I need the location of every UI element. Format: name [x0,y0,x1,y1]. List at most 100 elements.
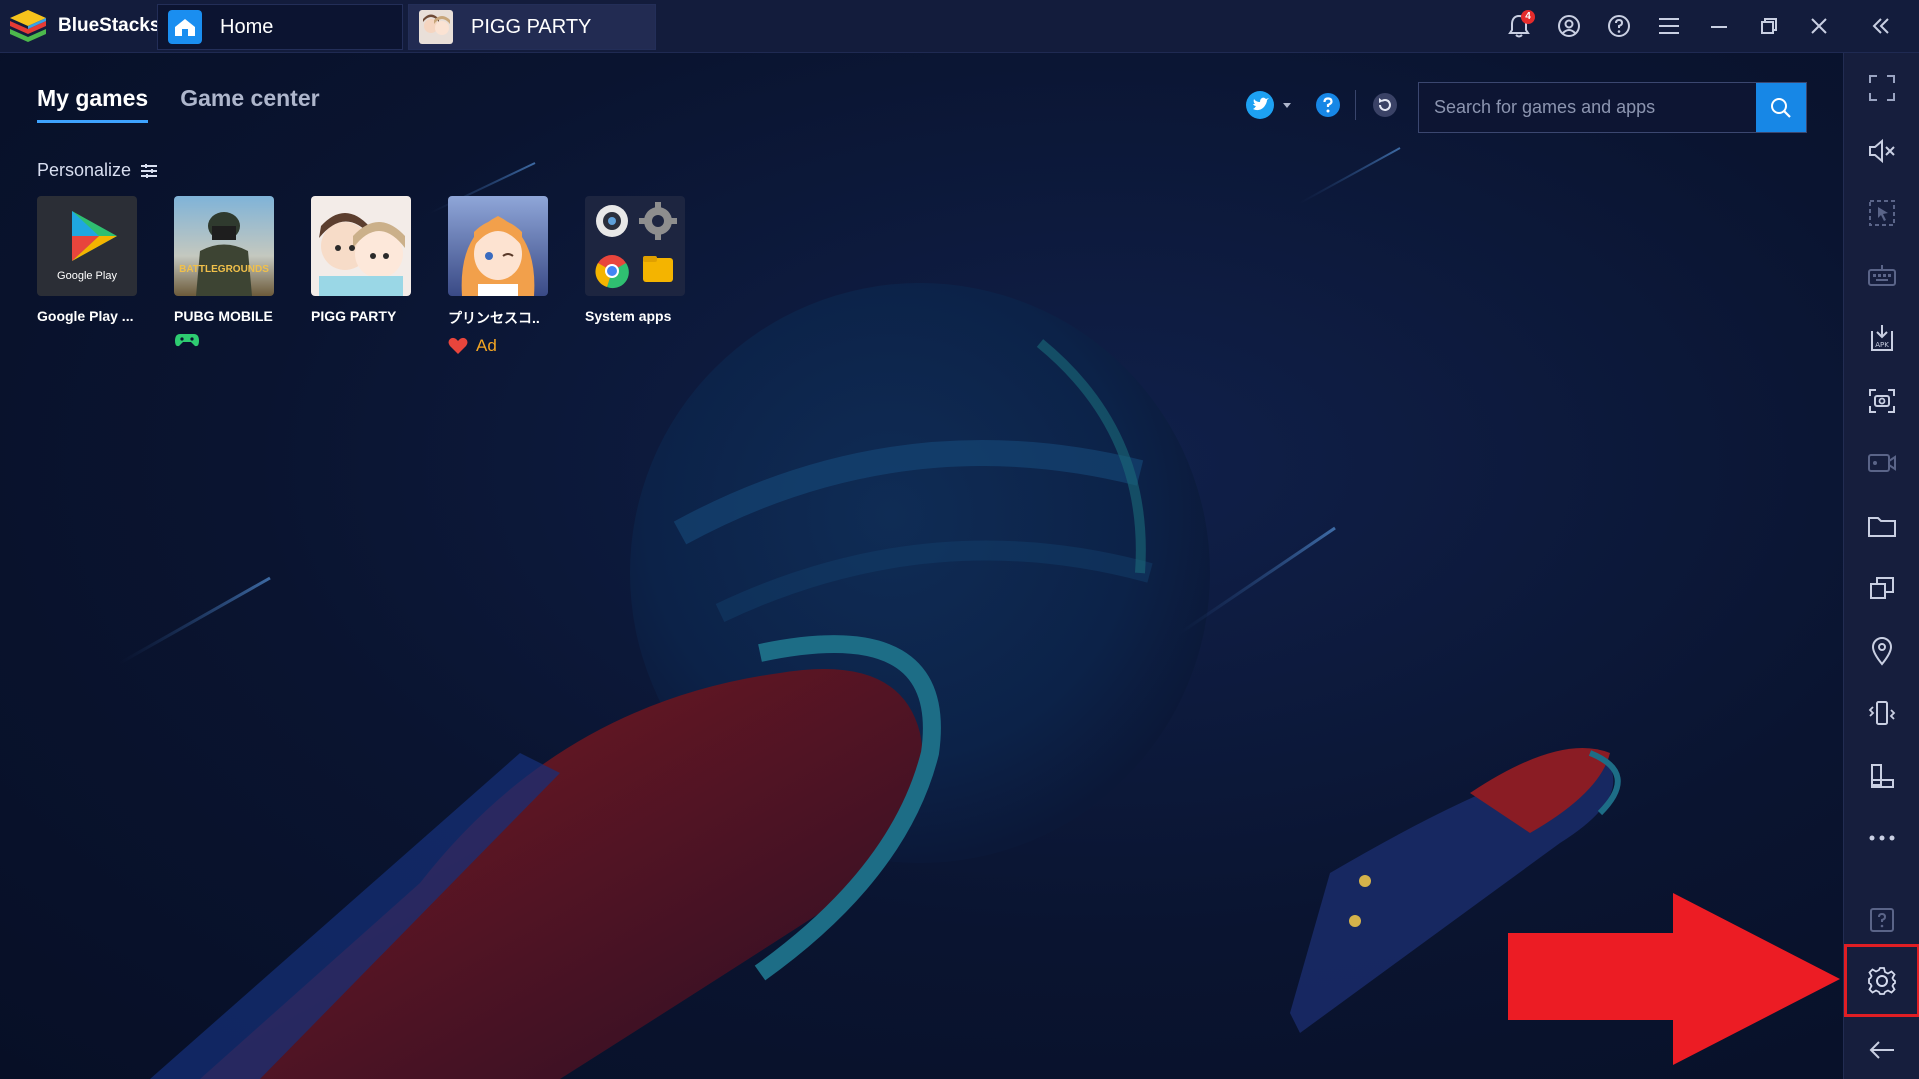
settings-icon [1868,966,1896,995]
bluestacks-logo-icon [10,10,46,42]
game-tile-system-apps[interactable]: System apps [585,196,685,356]
pointer-icon [1869,200,1895,226]
back-button[interactable] [1844,1024,1919,1076]
more-button[interactable] [1844,812,1919,864]
game-name: System apps [585,308,672,324]
app-name: BlueStacks [58,15,161,36]
fullscreen-icon [1869,75,1895,101]
anime-character-icon [461,216,535,296]
close-button[interactable] [1794,0,1844,52]
ad-badge: Ad [448,336,548,356]
location-button[interactable] [1844,625,1919,677]
pigg-party-app-icon [311,196,411,296]
google-play-app-icon: Google Play [37,196,137,296]
pigg-party-tab-icon [419,10,453,44]
screenshot-button[interactable] [1844,375,1919,427]
twitter-icon [1246,91,1274,119]
tab-home-label: Home [220,15,274,38]
caret-down-icon [1283,103,1291,108]
game-tile-pigg-party[interactable]: PIGG PARTY [311,196,411,356]
personalize-button[interactable]: Personalize [37,160,158,181]
settings-button[interactable] [1844,944,1919,1017]
keyboard-controls-button[interactable] [1844,250,1919,302]
back-arrow-icon [1869,1041,1894,1059]
more-icon [1869,835,1895,841]
minimize-icon [1711,26,1727,28]
game-tile-pubg-mobile[interactable]: BATTLEGROUNDS PUBG MOBILE [174,196,274,356]
tab-pigg-party[interactable]: PIGG PARTY [408,4,656,50]
games-grid: Google Play Google Play ... BATTLEGROUND… [37,196,722,356]
shake-button[interactable] [1844,687,1919,739]
game-name: PUBG MOBILE [174,308,273,324]
record-icon [1868,454,1896,472]
right-sidebar: APK [1843,53,1919,1079]
search-input[interactable] [1419,83,1756,132]
twitter-button[interactable] [1245,90,1293,120]
help-question-icon[interactable] [1315,92,1341,118]
game-name: PIGG PARTY [311,308,397,324]
apk-install-icon: APK [1871,325,1893,351]
restore-window-icon [1761,18,1777,34]
pubg-icon-caption: BATTLEGROUNDS [179,264,269,275]
section-tabs: My games Game center [37,85,352,123]
record-button[interactable] [1844,437,1919,489]
restore-button[interactable] [1744,0,1794,52]
tab-game-center[interactable]: Game center [180,85,319,123]
double-chevron-left-icon [1872,18,1889,34]
title-bar: BlueStacks Home PIGG PARTY 4 [0,0,1919,53]
location-icon [1871,637,1893,666]
brand: BlueStacks [8,6,160,46]
notification-badge: 4 [1521,10,1535,24]
princess-connect-app-icon [448,196,548,296]
account-icon [1558,15,1580,37]
sliders-icon [141,163,158,178]
volume-button[interactable] [1844,125,1919,177]
multi-instance-button[interactable] [1844,562,1919,614]
notifications-button[interactable]: 4 [1494,0,1544,52]
multi-instance-icon [1870,577,1894,599]
gamepad-badge [174,332,274,348]
game-name: プリンセスコ.. [448,310,540,326]
hamburger-menu-icon [1659,18,1679,34]
rotate-button[interactable] [1844,750,1919,802]
personalize-label: Personalize [37,160,132,180]
menu-button[interactable] [1644,0,1694,52]
keyboard-icon [1868,265,1896,286]
annotation-arrow-icon [1508,893,1840,1065]
help-button[interactable] [1594,0,1644,52]
ad-label: Ad [476,336,497,355]
pointer-mode-button[interactable] [1844,187,1919,239]
fullscreen-button[interactable] [1844,62,1919,114]
tab-pigg-party-label: PIGG PARTY [471,15,592,38]
pubg-app-icon: BATTLEGROUNDS [174,196,274,296]
pigg-characters-icon [319,213,405,296]
media-folder-button[interactable] [1844,500,1919,552]
gamepad-icon [175,334,199,347]
account-button[interactable] [1544,0,1594,52]
home-icon [168,10,202,44]
shake-icon [1868,701,1896,725]
heart-icon [448,337,468,354]
system-apps-grid-icon [595,202,677,289]
header-tools [1245,90,1398,120]
search-button[interactable] [1756,83,1806,132]
help-icon [1870,908,1894,932]
tab-home[interactable]: Home [157,4,403,50]
install-apk-button[interactable]: APK [1844,312,1919,364]
search-icon [1771,97,1791,118]
minimize-button[interactable] [1694,0,1744,52]
search-box [1418,82,1807,133]
tab-my-games[interactable]: My games [37,85,149,123]
refresh-icon[interactable] [1372,92,1398,118]
game-tile-princess-connect[interactable]: プリンセスコ.. Ad [448,196,548,356]
game-tile-google-play[interactable]: Google Play Google Play ... [37,196,137,356]
help-circle-icon [1608,15,1630,37]
google-play-icon-caption: Google Play [57,270,117,282]
game-name: Google Play ... [37,308,134,324]
soldier-icon [196,212,252,296]
collapse-sidebar-button[interactable] [1856,0,1906,52]
sidebar-help-button[interactable] [1844,894,1919,946]
close-icon [1811,18,1827,34]
svg-text:APK: APK [1875,341,1889,349]
rotate-icon [1871,764,1894,788]
